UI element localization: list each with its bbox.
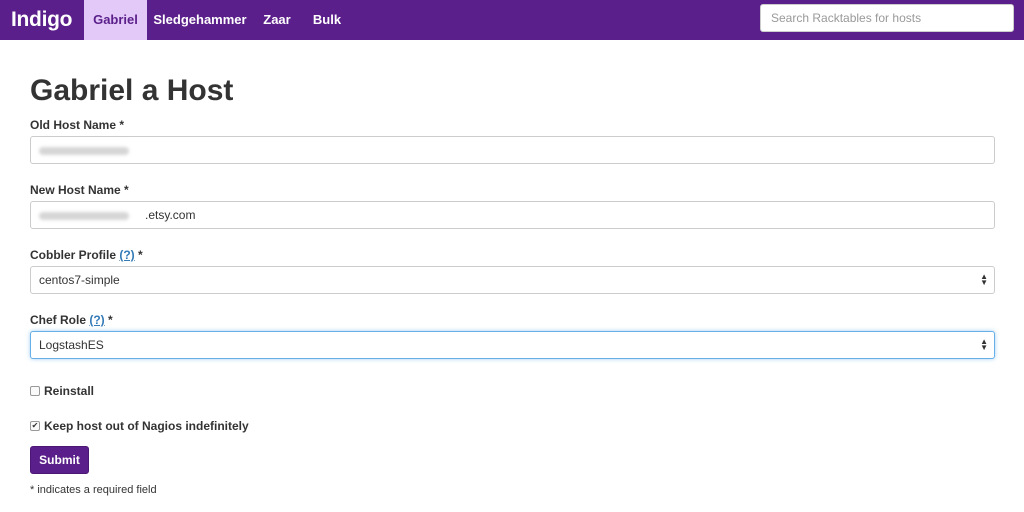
new-host-name-label: New Host Name * xyxy=(30,183,129,197)
redacted-value xyxy=(39,146,129,155)
brand-logo[interactable]: Indigo xyxy=(11,0,72,40)
redacted-value xyxy=(39,211,129,220)
nav-tab-zaar[interactable]: Zaar xyxy=(256,0,298,40)
cobbler-profile-value: centos7-simple xyxy=(39,273,120,287)
select-arrows-icon: ▲ ▼ xyxy=(980,337,988,352)
domain-suffix: .etsy.com xyxy=(145,208,196,222)
search-input[interactable] xyxy=(760,4,1014,32)
nav-tab-sledgehammer[interactable]: Sledgehammer xyxy=(150,0,250,40)
cobbler-profile-help-link[interactable]: (?) xyxy=(119,248,134,262)
chef-role-help-link[interactable]: (?) xyxy=(89,313,104,327)
required-footnote: * indicates a required field xyxy=(30,484,157,496)
nav-tab-gabriel[interactable]: Gabriel xyxy=(84,0,147,40)
chef-role-label: Chef Role (?) * xyxy=(30,313,113,327)
top-navbar: Indigo Gabriel Sledgehammer Zaar Bulk xyxy=(0,0,1024,40)
keep-out-nagios-checkbox[interactable]: ✔ xyxy=(30,421,40,431)
chef-role-select[interactable]: LogstashES ▲ ▼ xyxy=(30,331,995,359)
new-host-name-input[interactable]: .etsy.com xyxy=(30,201,995,229)
reinstall-checkbox[interactable] xyxy=(30,386,40,396)
keep-out-nagios-row: ✔ Keep host out of Nagios indefinitely xyxy=(30,418,249,434)
old-host-name-label: Old Host Name * xyxy=(30,118,125,132)
cobbler-profile-label: Cobbler Profile (?) * xyxy=(30,248,143,262)
nav-tab-bulk[interactable]: Bulk xyxy=(306,0,348,40)
submit-button[interactable]: Submit xyxy=(30,446,89,474)
old-host-name-input[interactable] xyxy=(30,136,995,164)
cobbler-profile-select[interactable]: centos7-simple ▲ ▼ xyxy=(30,266,995,294)
reinstall-row: Reinstall xyxy=(30,383,94,399)
chef-role-value: LogstashES xyxy=(39,338,104,352)
select-arrows-icon: ▲ ▼ xyxy=(980,272,988,287)
keep-out-nagios-label: Keep host out of Nagios indefinitely xyxy=(44,419,249,433)
page-title: Gabriel a Host xyxy=(30,74,234,107)
reinstall-label: Reinstall xyxy=(44,384,95,398)
